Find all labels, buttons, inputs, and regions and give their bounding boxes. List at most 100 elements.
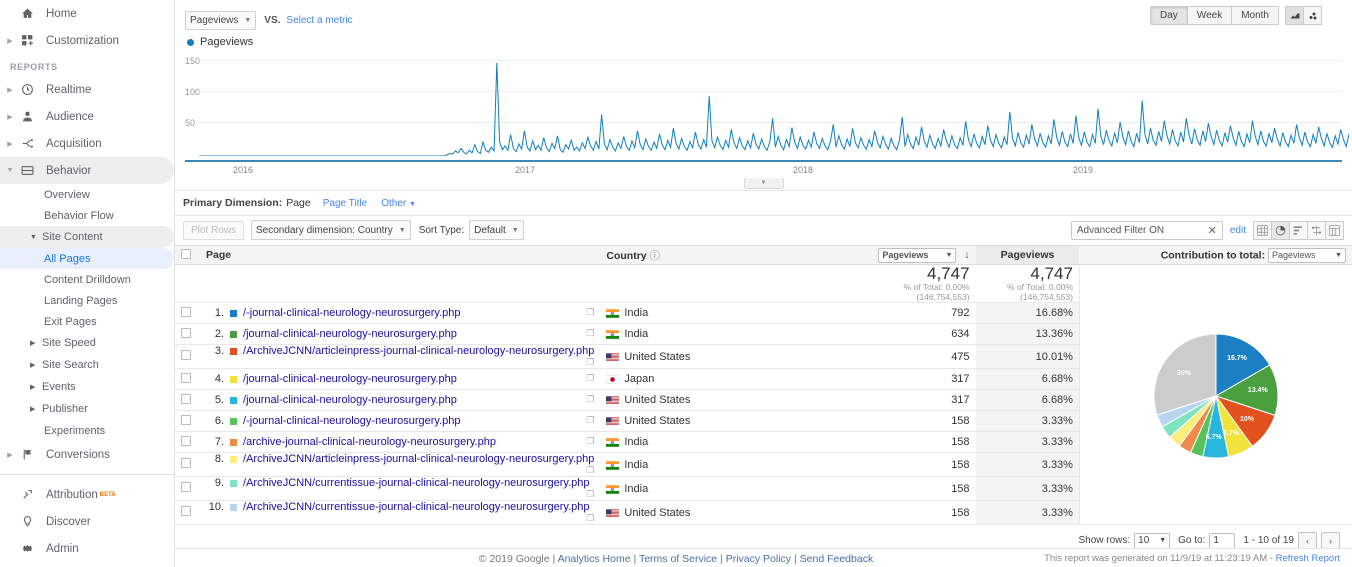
comparison-view-icon[interactable] bbox=[1307, 220, 1326, 240]
sort-arrow-icon[interactable]: ↓ bbox=[964, 249, 969, 261]
row-select-cell bbox=[175, 476, 201, 501]
pie-svg bbox=[1153, 332, 1279, 458]
sidebar-item-landing-pages[interactable]: Landing Pages bbox=[0, 290, 174, 311]
footer-link-privacy[interactable]: Privacy Policy bbox=[726, 553, 791, 565]
country-cell: India bbox=[600, 452, 864, 477]
page-url-link[interactable]: /journal-clinical-neurology-neurosurgery… bbox=[243, 328, 457, 340]
sidebar-item-exit-pages[interactable]: Exit Pages bbox=[0, 311, 174, 332]
page-url-link[interactable]: /journal-clinical-neurology-neurosurgery… bbox=[243, 394, 457, 406]
pie-view-icon[interactable] bbox=[1271, 220, 1290, 240]
open-in-new-icon[interactable]: ❐ bbox=[586, 357, 594, 368]
close-icon[interactable]: ✕ bbox=[1206, 224, 1219, 237]
chart-scroll-handle[interactable]: ▼ bbox=[743, 178, 784, 189]
sidebar-item-all-pages[interactable]: All Pages bbox=[0, 248, 174, 269]
summary-pct-total: 4,747 bbox=[1030, 264, 1073, 283]
sidebar-item-site-search[interactable]: ▶ Site Search bbox=[0, 354, 174, 376]
row-select-cell bbox=[175, 410, 201, 432]
primary-dimension-current: Page bbox=[286, 197, 311, 209]
page-url-link[interactable]: /-journal-clinical-neurology-neurosurger… bbox=[243, 415, 460, 427]
country-column-header[interactable]: Country ⓘ bbox=[600, 245, 864, 265]
sidebar-item-customization[interactable]: ▶ Customization bbox=[0, 27, 174, 54]
sidebar-item-audience[interactable]: ▶ Audience bbox=[0, 103, 174, 130]
scatter-chart-icon[interactable] bbox=[1303, 6, 1322, 25]
page-url-link[interactable]: /ArchiveJCNN/currentissue-journal-clinic… bbox=[243, 477, 589, 489]
sidebar-item-attribution[interactable]: Attribution BETA bbox=[0, 481, 174, 508]
info-icon[interactable]: ⓘ bbox=[650, 250, 661, 262]
row-checkbox[interactable] bbox=[181, 435, 191, 446]
page-column-header[interactable]: Page bbox=[200, 245, 601, 265]
plot-rows-button[interactable]: Plot Rows bbox=[183, 220, 245, 240]
sidebar-item-realtime[interactable]: ▶ Realtime bbox=[0, 76, 174, 103]
metric-select[interactable]: Pageviews ▼ bbox=[185, 10, 257, 30]
filter-edit-link[interactable]: edit bbox=[1230, 225, 1246, 236]
pivot-view-icon[interactable] bbox=[1325, 220, 1344, 240]
main-content: Pageviews ▼ VS. Select a metric Day Week… bbox=[175, 0, 1352, 567]
sort-type-select[interactable]: Default ▼ bbox=[469, 220, 524, 240]
contribution-select[interactable]: Pageviews ▼ bbox=[1268, 247, 1346, 263]
sidebar-item-discover[interactable]: Discover bbox=[0, 508, 174, 535]
row-checkbox[interactable] bbox=[181, 350, 191, 360]
granularity-month[interactable]: Month bbox=[1231, 6, 1279, 25]
sidebar-item-site-speed[interactable]: ▶ Site Speed bbox=[0, 332, 174, 354]
row-checkbox[interactable] bbox=[181, 327, 191, 338]
show-rows-select[interactable]: 10 ▼ bbox=[1134, 532, 1171, 549]
sidebar-item-overview[interactable]: Overview bbox=[0, 184, 174, 205]
open-in-new-icon[interactable]: ❐ bbox=[586, 373, 594, 384]
sidebar-item-behavior-flow[interactable]: Behavior Flow bbox=[0, 205, 174, 226]
sidebar-item-conversions[interactable]: ▶ Conversions bbox=[0, 441, 174, 468]
page-url-link[interactable]: /ArchiveJCNN/articleinpress-journal-clin… bbox=[243, 453, 594, 465]
performance-view-icon[interactable] bbox=[1289, 220, 1308, 240]
row-checkbox[interactable] bbox=[181, 414, 191, 425]
open-in-new-icon[interactable]: ❐ bbox=[586, 415, 594, 426]
open-in-new-icon[interactable]: ❐ bbox=[586, 328, 594, 339]
country-name: India bbox=[624, 307, 649, 319]
row-checkbox[interactable] bbox=[181, 482, 191, 492]
footer-link-terms[interactable]: Terms of Service bbox=[639, 553, 717, 565]
granularity-day[interactable]: Day bbox=[1150, 6, 1188, 25]
sort-type-label: Sort Type: bbox=[418, 224, 465, 236]
next-page-button[interactable]: › bbox=[1321, 532, 1340, 549]
page-url-link[interactable]: /journal-clinical-neurology-neurosurgery… bbox=[243, 373, 457, 385]
page-url-link[interactable]: /ArchiveJCNN/articleinpress-journal-clin… bbox=[243, 345, 594, 357]
line-chart-icon[interactable] bbox=[1285, 6, 1304, 25]
row-checkbox[interactable] bbox=[181, 393, 191, 404]
footer-link-analytics-home[interactable]: Analytics Home bbox=[558, 553, 631, 565]
granularity-week[interactable]: Week bbox=[1186, 6, 1233, 25]
contribution-value: Pageviews bbox=[1272, 250, 1316, 260]
page-url-link[interactable]: /-journal-clinical-neurology-neurosurger… bbox=[243, 307, 460, 319]
open-in-new-icon[interactable]: ❐ bbox=[586, 307, 594, 318]
sidebar-item-content-drilldown[interactable]: Content Drilldown bbox=[0, 269, 174, 290]
sidebar-item-site-content[interactable]: ▼ Site Content bbox=[0, 226, 174, 248]
page-url-link[interactable]: /archive-journal-clinical-neurology-neur… bbox=[243, 436, 496, 448]
person-icon bbox=[16, 110, 38, 123]
row-checkbox[interactable] bbox=[181, 372, 191, 383]
table-view-icon[interactable] bbox=[1253, 220, 1272, 240]
dimension-link-page-title[interactable]: Page Title bbox=[323, 198, 367, 209]
sidebar-item-publisher[interactable]: ▶ Publisher bbox=[0, 398, 174, 420]
prev-page-button[interactable]: ‹ bbox=[1298, 532, 1317, 549]
sidebar-item-events[interactable]: ▶ Events bbox=[0, 376, 174, 398]
open-in-new-icon[interactable]: ❐ bbox=[586, 489, 594, 500]
sidebar-item-acquisition[interactable]: ▶ Acquisition bbox=[0, 130, 174, 157]
footer-link-feedback[interactable]: Send Feedback bbox=[800, 553, 874, 565]
metric-column-select[interactable]: Pageviews ▼ bbox=[878, 247, 957, 263]
open-in-new-icon[interactable]: ❐ bbox=[586, 394, 594, 405]
select-metric-link[interactable]: Select a metric bbox=[286, 15, 352, 26]
page-url-link[interactable]: /ArchiveJCNN/currentissue-journal-clinic… bbox=[243, 501, 589, 513]
open-in-new-icon[interactable]: ❐ bbox=[586, 513, 594, 524]
sidebar-item-home[interactable]: Home bbox=[0, 0, 174, 27]
country-flag-icon bbox=[606, 374, 620, 385]
select-all-checkbox[interactable] bbox=[181, 248, 191, 259]
open-in-new-icon[interactable]: ❐ bbox=[586, 465, 594, 476]
dimension-other-dropdown[interactable]: Other ▼ bbox=[381, 198, 416, 209]
open-in-new-icon[interactable]: ❐ bbox=[586, 436, 594, 447]
advanced-filter-box[interactable]: Advanced Filter ON ✕ bbox=[1070, 220, 1223, 240]
secondary-dimension-select[interactable]: Secondary dimension: Country ▼ bbox=[251, 220, 411, 240]
sidebar-item-behavior[interactable]: ▼ Behavior bbox=[0, 157, 174, 184]
row-checkbox[interactable] bbox=[181, 506, 191, 516]
row-checkbox[interactable] bbox=[181, 306, 191, 317]
row-checkbox[interactable] bbox=[181, 458, 191, 468]
footer-separator: | bbox=[552, 553, 556, 565]
sidebar-item-experiments[interactable]: Experiments bbox=[0, 420, 174, 441]
goto-input[interactable]: 1 bbox=[1209, 532, 1236, 549]
